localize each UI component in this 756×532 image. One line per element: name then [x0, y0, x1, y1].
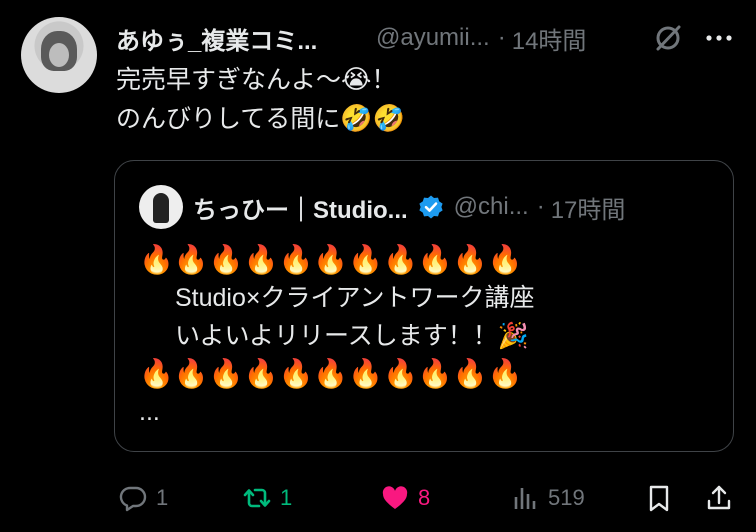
- action-bar: 1 1 8 519: [114, 478, 744, 518]
- tweet-header: あゆぅ_複業コミ... @ayumii... · 14時間: [116, 20, 586, 56]
- quote-text-part: いよいよリリースします！！: [175, 322, 498, 350]
- party-popper-emoji: 🎉: [497, 322, 529, 350]
- quote-text: 🔥🔥🔥🔥🔥🔥🔥🔥🔥🔥🔥 Studio×クライアントワーク講座 いよいよリリースし…: [139, 241, 719, 431]
- timestamp[interactable]: 14時間: [512, 21, 587, 56]
- crying-emoji: 😭: [341, 64, 372, 94]
- views-button[interactable]: 519: [510, 478, 585, 518]
- user-handle[interactable]: @ayumii...: [376, 24, 490, 52]
- quote-ellipsis: ...: [139, 398, 160, 426]
- bookmark-button[interactable]: [644, 478, 674, 518]
- views-icon: [514, 488, 536, 509]
- verified-icon: [419, 195, 443, 219]
- share-button[interactable]: [704, 478, 734, 518]
- fire-emoji-row: 🔥🔥🔥🔥🔥🔥🔥🔥🔥🔥🔥: [139, 358, 523, 389]
- reply-button[interactable]: 1: [118, 478, 168, 518]
- quote-handle: @chi...: [453, 193, 529, 220]
- retweet-button[interactable]: 1: [242, 478, 292, 518]
- tweet-text-part: ！: [371, 66, 397, 94]
- retweet-icon: [243, 488, 271, 508]
- separator-dot: ·: [497, 24, 506, 51]
- tweet-text: 完売早すぎなんよ〜😭！ のんびりしてる間に🤣🤣: [116, 60, 736, 138]
- quoted-tweet[interactable]: ちっひー｜Studio... @chi... · 17時間 🔥🔥🔥🔥🔥🔥🔥🔥🔥🔥…: [114, 160, 734, 452]
- quote-text-line-1: Studio×クライアントワーク講座: [175, 284, 535, 312]
- more-icon[interactable]: [704, 26, 734, 50]
- like-icon: [382, 486, 408, 509]
- reply-count: 1: [156, 485, 169, 510]
- view-count: 519: [548, 485, 585, 510]
- tweet-text-line-1: 完売早すぎなんよ〜😭！: [116, 60, 736, 99]
- avatar-face: [49, 43, 69, 67]
- quote-avatar-figure: [153, 193, 169, 223]
- reply-icon: [119, 486, 147, 512]
- tweet-text-line-2: のんびりしてる間に🤣🤣: [116, 99, 736, 138]
- bookmark-icon: [649, 485, 669, 512]
- quote-text-line-2: いよいよリリースします！！🎉: [139, 317, 719, 355]
- display-name[interactable]: あゆぅ_複業コミ...: [116, 21, 362, 56]
- tweet-text-part: のんびりしてる間に: [116, 105, 341, 133]
- like-count: 8: [418, 485, 431, 510]
- grok-icon[interactable]: [652, 22, 684, 54]
- laughing-emoji: 🤣🤣: [340, 103, 406, 133]
- share-icon: [707, 485, 731, 510]
- quote-timestamp: 17時間: [550, 196, 626, 224]
- tweet-text-part: 完売早すぎなんよ〜: [116, 66, 342, 94]
- quote-avatar[interactable]: [139, 185, 183, 229]
- quote-display-name: ちっひー｜Studio...: [193, 196, 408, 224]
- fire-emoji-row: 🔥🔥🔥🔥🔥🔥🔥🔥🔥🔥🔥: [139, 244, 523, 275]
- tweet[interactable]: あゆぅ_複業コミ... @ayumii... · 14時間 完売早すぎなんよ〜😭…: [0, 0, 756, 532]
- retweet-count: 1: [280, 485, 293, 510]
- avatar[interactable]: [21, 17, 97, 93]
- separator-dot: ·: [536, 193, 545, 220]
- quote-header: ちっひー｜Studio... @chi... · 17時間: [193, 189, 625, 225]
- like-button[interactable]: 8: [380, 478, 430, 518]
